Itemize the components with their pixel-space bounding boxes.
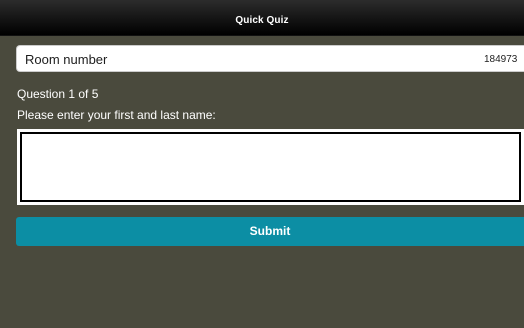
answer-input[interactable] xyxy=(17,129,524,205)
top-bar: Quick Quiz xyxy=(0,0,524,36)
question-prompt: Please enter your first and last name: xyxy=(17,108,216,122)
question-counter: Question 1 of 5 xyxy=(17,87,99,101)
room-number-field[interactable]: Room number 184973 xyxy=(16,45,524,72)
app-title: Quick Quiz xyxy=(235,15,289,26)
room-number-value: 184973 xyxy=(484,54,518,65)
submit-button[interactable]: Submit xyxy=(16,217,524,246)
room-number-label: Room number xyxy=(25,52,108,67)
